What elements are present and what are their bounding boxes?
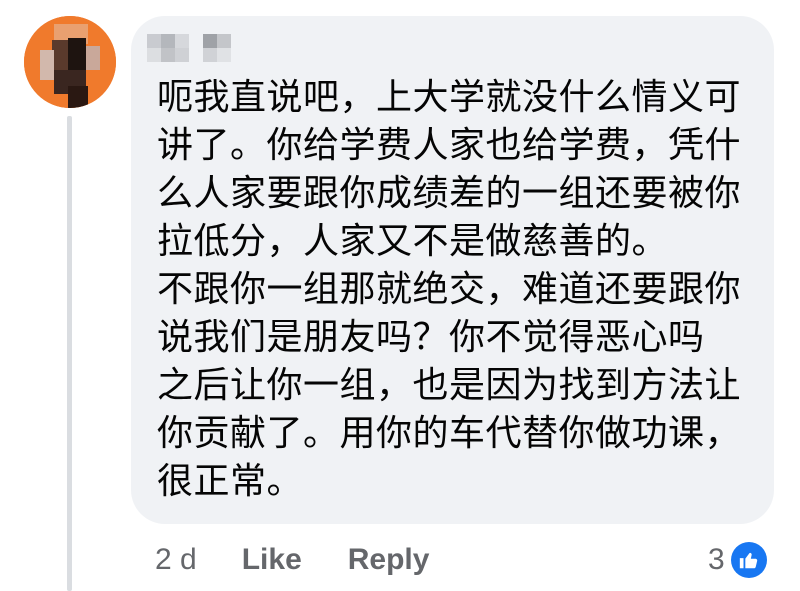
blur-block	[161, 48, 175, 62]
comment-line: 你贡献了。用你的车代替你做功课，	[157, 413, 742, 454]
comment-line: 么人家要跟你成绩差的一组还要被你	[157, 173, 742, 214]
comment-line: 不跟你一组那就绝交，难道还要跟你	[157, 269, 742, 310]
comment-line: 呃我直说吧，上大学就没什么情义可	[157, 77, 742, 118]
comment-actions: 2 d Like Reply	[155, 540, 429, 580]
reactions-summary[interactable]: 3	[708, 540, 767, 580]
comment-text: 呃我直说吧，上大学就没什么情义可 讲了。你给学费人家也给学费，凭什 么人家要跟你…	[157, 74, 757, 506]
comment-container: 呃我直说吧，上大学就没什么情义可 讲了。你给学费人家也给学费，凭什 么人家要跟你…	[0, 0, 800, 591]
avatar-pixel	[40, 50, 54, 80]
author-name-blurred[interactable]	[147, 30, 242, 64]
blur-block	[161, 34, 175, 48]
comment-line: 拉低分，人家又不是做慈善的。	[157, 221, 669, 262]
reply-button[interactable]: Reply	[348, 543, 430, 577]
timestamp-link[interactable]: 2 d	[155, 543, 197, 577]
comment-line: 之后让你一组，也是因为找到方法让	[157, 365, 742, 406]
thumbs-up-glyph	[739, 552, 757, 569]
blur-block	[175, 48, 189, 62]
blur-block	[217, 48, 231, 62]
avatar[interactable]	[24, 16, 116, 108]
blur-block	[147, 34, 161, 48]
avatar-pixel	[68, 86, 88, 108]
blur-block	[147, 48, 161, 62]
comment-line: 很正常。	[157, 461, 304, 502]
avatar-pixel	[86, 46, 100, 70]
blur-block	[203, 48, 217, 62]
blur-block	[203, 34, 217, 48]
avatar-pixel	[68, 38, 86, 72]
thumbs-up-icon	[730, 542, 767, 578]
blur-block	[175, 34, 189, 48]
comment-line: 讲了。你给学费人家也给学费，凭什	[157, 125, 742, 166]
comment-line: 说我们是朋友吗？你不觉得恶心吗	[157, 317, 705, 358]
thread-line	[67, 116, 72, 591]
avatar-pixel	[52, 40, 68, 70]
reaction-count: 3	[708, 543, 725, 576]
blur-block	[217, 34, 231, 48]
like-button[interactable]: Like	[242, 543, 302, 577]
